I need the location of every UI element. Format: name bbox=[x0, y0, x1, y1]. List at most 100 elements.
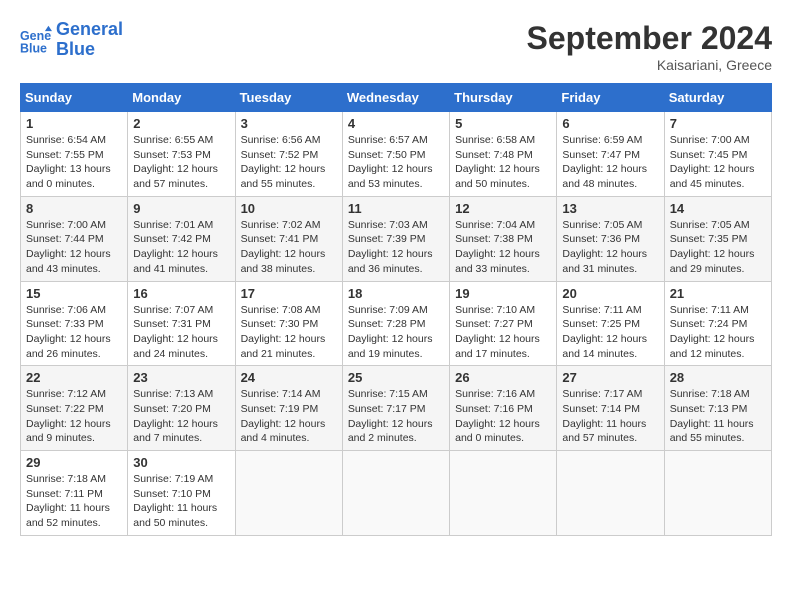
day-info: Sunrise: 7:14 AMSunset: 7:19 PMDaylight:… bbox=[241, 387, 337, 446]
col-monday: Monday bbox=[128, 84, 235, 112]
calendar-cell: 14 Sunrise: 7:05 AMSunset: 7:35 PMDayligh… bbox=[664, 196, 771, 281]
calendar-week-row: 15Sunrise: 7:06 AMSunset: 7:33 PMDayligh… bbox=[21, 281, 772, 366]
day-number: 10 bbox=[241, 201, 337, 216]
day-info: Sunrise: 6:55 AMSunset: 7:53 PMDaylight:… bbox=[133, 133, 229, 192]
day-info: Sunrise: 7:13 AMSunset: 7:20 PMDaylight:… bbox=[133, 387, 229, 446]
calendar-cell: 20Sunrise: 7:11 AMSunset: 7:25 PMDayligh… bbox=[557, 281, 664, 366]
day-info: Sunrise: 7:05 AMSunset: 7:35 PMDaylight:… bbox=[670, 218, 766, 277]
day-info: Sunrise: 7:10 AMSunset: 7:27 PMDaylight:… bbox=[455, 303, 551, 362]
calendar-cell: 5Sunrise: 6:58 AMSunset: 7:48 PMDaylight… bbox=[450, 112, 557, 197]
day-info: Sunrise: 7:18 AMSunset: 7:11 PMDaylight:… bbox=[26, 472, 122, 531]
calendar-cell: 2 Sunrise: 6:55 AMSunset: 7:53 PMDaylight… bbox=[128, 112, 235, 197]
day-info: Sunrise: 7:17 AMSunset: 7:14 PMDaylight:… bbox=[562, 387, 658, 446]
day-number: 22 bbox=[26, 370, 122, 385]
calendar-cell: 4 Sunrise: 6:57 AMSunset: 7:50 PMDaylight… bbox=[342, 112, 449, 197]
calendar-cell: 11Sunrise: 7:03 AMSunset: 7:39 PMDayligh… bbox=[342, 196, 449, 281]
calendar-cell: 22Sunrise: 7:12 AMSunset: 7:22 PMDayligh… bbox=[21, 366, 128, 451]
day-info: Sunrise: 7:07 AMSunset: 7:31 PMDaylight:… bbox=[133, 303, 229, 362]
calendar-cell: 27 Sunrise: 7:17 AMSunset: 7:14 PMDayligh… bbox=[557, 366, 664, 451]
logo-icon: General Blue bbox=[20, 24, 52, 56]
day-number: 25 bbox=[348, 370, 444, 385]
calendar-week-row: 22Sunrise: 7:12 AMSunset: 7:22 PMDayligh… bbox=[21, 366, 772, 451]
calendar-cell: 1 Sunrise: 6:54 AMSunset: 7:55 PMDaylight… bbox=[21, 112, 128, 197]
day-info: Sunrise: 6:58 AMSunset: 7:48 PMDaylight:… bbox=[455, 133, 551, 192]
day-number: 15 bbox=[26, 286, 122, 301]
day-info: Sunrise: 7:16 AMSunset: 7:16 PMDaylight:… bbox=[455, 387, 551, 446]
calendar-cell: 17 Sunrise: 7:08 AMSunset: 7:30 PMDayligh… bbox=[235, 281, 342, 366]
day-number: 1 bbox=[26, 116, 122, 131]
day-info: Sunrise: 7:11 AMSunset: 7:25 PMDaylight:… bbox=[562, 303, 658, 362]
calendar-cell: 30 Sunrise: 7:19 AMSunset: 7:10 PMDayligh… bbox=[128, 451, 235, 536]
day-number: 28 bbox=[670, 370, 766, 385]
day-info: Sunrise: 7:08 AMSunset: 7:30 PMDaylight:… bbox=[241, 303, 337, 362]
calendar-week-row: 29 Sunrise: 7:18 AMSunset: 7:11 PMDayligh… bbox=[21, 451, 772, 536]
calendar-cell: 8 Sunrise: 7:00 AMSunset: 7:44 PMDaylight… bbox=[21, 196, 128, 281]
col-saturday: Saturday bbox=[664, 84, 771, 112]
day-info: Sunrise: 6:56 AMSunset: 7:52 PMDaylight:… bbox=[241, 133, 337, 192]
calendar-cell: 24Sunrise: 7:14 AMSunset: 7:19 PMDayligh… bbox=[235, 366, 342, 451]
day-number: 12 bbox=[455, 201, 551, 216]
col-tuesday: Tuesday bbox=[235, 84, 342, 112]
page-header: General Blue General Blue September 2024… bbox=[20, 20, 772, 73]
day-info: Sunrise: 7:15 AMSunset: 7:17 PMDaylight:… bbox=[348, 387, 444, 446]
day-number: 23 bbox=[133, 370, 229, 385]
calendar-cell bbox=[557, 451, 664, 536]
svg-text:Blue: Blue bbox=[20, 41, 47, 55]
day-info: Sunrise: 6:57 AMSunset: 7:50 PMDaylight:… bbox=[348, 133, 444, 192]
day-info: Sunrise: 7:09 AMSunset: 7:28 PMDaylight:… bbox=[348, 303, 444, 362]
col-sunday: Sunday bbox=[21, 84, 128, 112]
day-number: 13 bbox=[562, 201, 658, 216]
calendar-table: Sunday Monday Tuesday Wednesday Thursday… bbox=[20, 83, 772, 536]
calendar-week-row: 1 Sunrise: 6:54 AMSunset: 7:55 PMDaylight… bbox=[21, 112, 772, 197]
calendar-cell: 9Sunrise: 7:01 AMSunset: 7:42 PMDaylight… bbox=[128, 196, 235, 281]
calendar-cell bbox=[235, 451, 342, 536]
day-number: 30 bbox=[133, 455, 229, 470]
calendar-week-row: 8 Sunrise: 7:00 AMSunset: 7:44 PMDaylight… bbox=[21, 196, 772, 281]
logo-general: General bbox=[56, 20, 123, 40]
day-info: Sunrise: 7:02 AMSunset: 7:41 PMDaylight:… bbox=[241, 218, 337, 277]
day-number: 29 bbox=[26, 455, 122, 470]
col-thursday: Thursday bbox=[450, 84, 557, 112]
day-info: Sunrise: 7:11 AMSunset: 7:24 PMDaylight:… bbox=[670, 303, 766, 362]
col-friday: Friday bbox=[557, 84, 664, 112]
calendar-cell: 23 Sunrise: 7:13 AMSunset: 7:20 PMDayligh… bbox=[128, 366, 235, 451]
calendar-cell: 12 Sunrise: 7:04 AMSunset: 7:38 PMDayligh… bbox=[450, 196, 557, 281]
day-number: 18 bbox=[348, 286, 444, 301]
day-number: 19 bbox=[455, 286, 551, 301]
month-title: September 2024 bbox=[527, 20, 772, 57]
day-number: 21 bbox=[670, 286, 766, 301]
day-info: Sunrise: 6:54 AMSunset: 7:55 PMDaylight:… bbox=[26, 133, 122, 192]
day-number: 6 bbox=[562, 116, 658, 131]
calendar-cell: 28 Sunrise: 7:18 AMSunset: 7:13 PMDayligh… bbox=[664, 366, 771, 451]
day-number: 2 bbox=[133, 116, 229, 131]
calendar-cell: 29 Sunrise: 7:18 AMSunset: 7:11 PMDayligh… bbox=[21, 451, 128, 536]
location: Kaisariani, Greece bbox=[527, 57, 772, 73]
calendar-cell: 6 Sunrise: 6:59 AMSunset: 7:47 PMDaylight… bbox=[557, 112, 664, 197]
calendar-cell: 15Sunrise: 7:06 AMSunset: 7:33 PMDayligh… bbox=[21, 281, 128, 366]
day-info: Sunrise: 7:18 AMSunset: 7:13 PMDaylight:… bbox=[670, 387, 766, 446]
day-info: Sunrise: 6:59 AMSunset: 7:47 PMDaylight:… bbox=[562, 133, 658, 192]
logo-blue: Blue bbox=[56, 40, 123, 60]
day-number: 17 bbox=[241, 286, 337, 301]
calendar-cell: 26 Sunrise: 7:16 AMSunset: 7:16 PMDayligh… bbox=[450, 366, 557, 451]
calendar-cell bbox=[342, 451, 449, 536]
day-number: 3 bbox=[241, 116, 337, 131]
calendar-cell: 13 Sunrise: 7:05 AMSunset: 7:36 PMDayligh… bbox=[557, 196, 664, 281]
day-number: 8 bbox=[26, 201, 122, 216]
day-info: Sunrise: 7:05 AMSunset: 7:36 PMDaylight:… bbox=[562, 218, 658, 277]
day-info: Sunrise: 7:19 AMSunset: 7:10 PMDaylight:… bbox=[133, 472, 229, 531]
day-number: 27 bbox=[562, 370, 658, 385]
day-info: Sunrise: 7:03 AMSunset: 7:39 PMDaylight:… bbox=[348, 218, 444, 277]
col-wednesday: Wednesday bbox=[342, 84, 449, 112]
day-number: 26 bbox=[455, 370, 551, 385]
calendar-cell: 25 Sunrise: 7:15 AMSunset: 7:17 PMDayligh… bbox=[342, 366, 449, 451]
day-number: 16 bbox=[133, 286, 229, 301]
day-info: Sunrise: 7:00 AMSunset: 7:44 PMDaylight:… bbox=[26, 218, 122, 277]
day-info: Sunrise: 7:04 AMSunset: 7:38 PMDaylight:… bbox=[455, 218, 551, 277]
calendar-cell: 10 Sunrise: 7:02 AMSunset: 7:41 PMDayligh… bbox=[235, 196, 342, 281]
logo: General Blue General Blue bbox=[20, 20, 123, 60]
day-number: 14 bbox=[670, 201, 766, 216]
calendar-cell: 7Sunrise: 7:00 AMSunset: 7:45 PMDaylight… bbox=[664, 112, 771, 197]
calendar-cell: 18 Sunrise: 7:09 AMSunset: 7:28 PMDayligh… bbox=[342, 281, 449, 366]
day-number: 4 bbox=[348, 116, 444, 131]
